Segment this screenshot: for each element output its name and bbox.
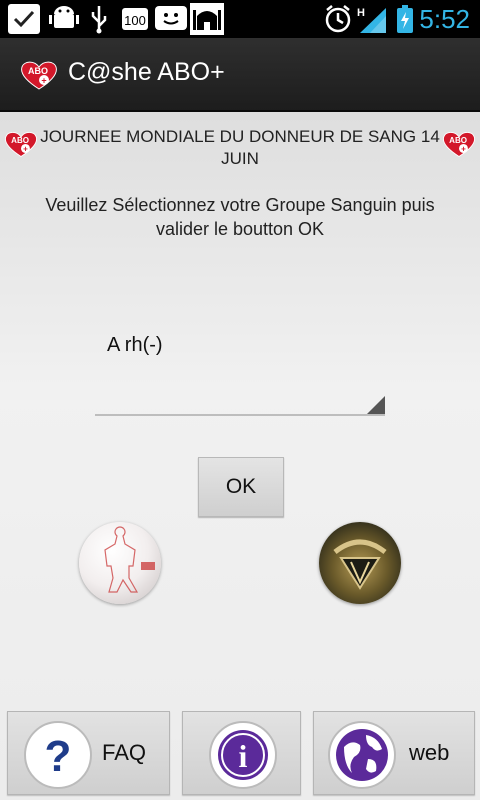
- messenger-icon: [154, 3, 188, 35]
- checkmark-icon: [6, 3, 42, 35]
- app-title: C@she ABO+: [68, 58, 225, 86]
- emblem-icon: [333, 539, 387, 590]
- web-button[interactable]: web: [313, 711, 475, 795]
- alarm-icon: [324, 3, 352, 35]
- svg-text:ABO: ABO: [28, 66, 48, 76]
- app-logo-icon[interactable]: ABO +: [20, 60, 58, 95]
- faq-button[interactable]: ? FAQ: [7, 711, 170, 795]
- body-figure-button[interactable]: [79, 522, 161, 604]
- globe-icon: [328, 721, 396, 789]
- signal-icon: H: [356, 3, 390, 35]
- mosque-icon: [189, 3, 225, 35]
- emblem-button[interactable]: [319, 522, 401, 604]
- world-blood-donor-day-banner: JOURNEE MONDIALE DU DONNEUR DE SANG 14 J…: [40, 127, 440, 168]
- blood-heart-icon: ABO +: [442, 130, 476, 163]
- battery-charging-icon: [395, 3, 415, 35]
- dropdown-arrow-icon: [367, 396, 385, 414]
- blood-group-spinner[interactable]: A rh(-): [95, 322, 385, 416]
- info-button[interactable]: i: [182, 711, 301, 795]
- svg-text:?: ?: [45, 732, 72, 781]
- faq-label: FAQ: [102, 740, 147, 765]
- clock: 5:52: [419, 4, 470, 34]
- battery-100-icon: 100: [120, 3, 150, 35]
- network-type-text: H: [357, 7, 365, 19]
- svg-text:+: +: [41, 76, 46, 86]
- usb-icon: [88, 3, 110, 35]
- question-icon: ?: [24, 721, 92, 789]
- body-figure-icon: [104, 526, 155, 593]
- status-bar: 100 H 5:52: [0, 0, 480, 38]
- info-icon: i: [209, 721, 277, 789]
- ok-button[interactable]: OK: [198, 457, 284, 517]
- action-bar: ABO + C@she ABO+: [0, 38, 480, 112]
- svg-text:+: +: [461, 145, 466, 154]
- svg-text:i: i: [239, 738, 248, 774]
- blood-group-selected: A rh(-): [107, 334, 163, 356]
- main-content: ABO + JOURNEE MONDIALE DU DONNEUR DE SAN…: [0, 112, 480, 800]
- blood-heart-icon: ABO +: [4, 130, 38, 163]
- instruction-text: Veuillez Sélectionnez votre Groupe Sangu…: [45, 195, 435, 239]
- web-label: web: [409, 740, 450, 765]
- svg-text:+: +: [23, 145, 28, 154]
- android-debug-icon: [48, 3, 80, 35]
- battery-level-text: 100: [124, 13, 146, 28]
